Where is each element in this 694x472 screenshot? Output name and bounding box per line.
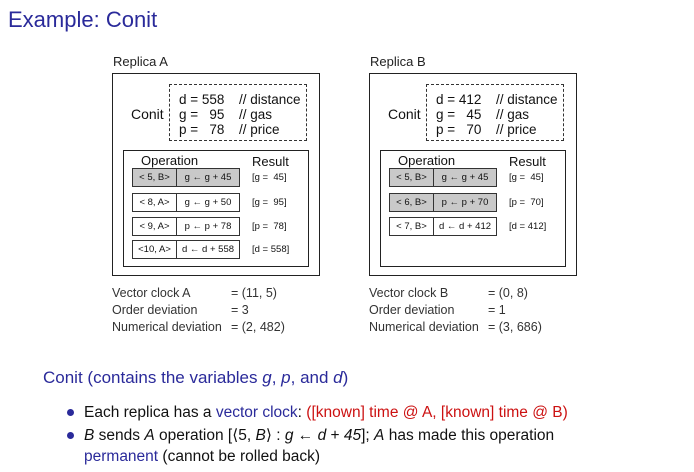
var-g-b: g = 45 [436,107,482,122]
info-label: Order deviation [112,303,198,317]
operation-log-b: Operation Result < 5, B> g ← g + 45 [g =… [380,150,566,267]
comment-g-b: // gas [496,107,530,122]
operation-row: < 8, A> g ← g + 50 [132,193,240,212]
operation-row: < 7, B> d ← d + 412 [389,217,497,236]
op-timestamp: < 6, B> [390,194,434,211]
op-timestamp: < 5, B> [390,169,434,186]
info-label: Vector clock B [369,286,449,300]
operation-row: <10, A> d ← d + 558 [132,240,240,259]
comment-d-a: // distance [239,92,301,107]
slide-title: Example: Conit [8,7,158,32]
op-expression: g ← g + 50 [184,197,232,208]
bullet-send-operation: B sends A operation [⟨5, B⟩ : g ← d + 45… [67,425,684,467]
op-result: [g = 45] [252,172,287,183]
op-result: [d = 558] [252,244,290,255]
var-d-b: d = 412 [436,92,482,107]
info-value: = (2, 482) [231,320,285,334]
info-value: = (3, 686) [488,320,542,334]
op-expression: p ← p + 78 [184,221,232,232]
bullet-dot-icon [67,432,74,439]
op-result: [g = 95] [252,197,287,208]
comment-d-b: // distance [496,92,558,107]
replica-a-info: Vector clock A = (11, 5) Order deviation… [112,285,312,337]
comment-p-b: // price [496,122,537,137]
operation-row: < 5, B> g ← g + 45 [389,168,497,187]
replica-b-label: Replica B [370,54,426,69]
operation-row: < 6, B> p ← p + 70 [389,193,497,212]
info-value: = (0, 8) [488,286,528,300]
info-value: = 3 [231,303,249,317]
info-label: Numerical deviation [112,320,222,334]
replica-b-box: Conit d = 412 // distance g = 45 // gas … [369,73,577,276]
var-p-b: p = 70 [436,122,482,137]
info-label: Vector clock A [112,286,191,300]
conit-label-a: Conit [131,106,164,122]
var-d-a: d = 558 [179,92,225,107]
op-result: [g = 45] [509,172,544,183]
op-timestamp: < 7, B> [390,218,434,235]
op-expression: p ← p + 70 [441,197,489,208]
comment-p-a: // price [239,122,280,137]
bullet-vector-clock: Each replica has a vector clock: ([known… [67,402,684,423]
op-result: [d = 412] [509,221,547,232]
replica-b-info: Vector clock B = (0, 8) Order deviation … [369,285,569,337]
operation-header-b: Operation [398,153,456,168]
info-value: = (11, 5) [231,286,277,300]
operation-log-a: Operation Result < 5, B> g ← g + 45 [g =… [123,150,309,267]
bullet-dot-icon [67,409,74,416]
op-timestamp: < 5, B> [133,169,177,186]
info-value: = 1 [488,303,506,317]
var-p-a: p = 78 [179,122,225,137]
op-expression: d ← d + 558 [181,244,235,255]
comment-g-a: // gas [239,107,273,122]
op-result: [p = 70] [509,197,544,208]
op-timestamp: < 9, A> [133,218,177,235]
op-timestamp: <10, A> [133,241,177,258]
op-expression: g ← g + 45 [184,172,232,183]
operation-header-a: Operation [141,153,199,168]
conit-subtitle: Conit (contains the variables g, p, and … [43,368,349,387]
op-result: [p = 78] [252,221,287,232]
op-expression: g ← g + 45 [441,172,489,183]
result-header-b: Result [509,154,546,169]
result-header-a: Result [252,154,289,169]
info-label: Numerical deviation [369,320,479,334]
conit-label-b: Conit [388,106,421,122]
op-expression: d ← d + 412 [438,221,492,232]
replica-a-label: Replica A [113,54,168,69]
operation-row: < 5, B> g ← g + 45 [132,168,240,187]
op-timestamp: < 8, A> [133,194,177,211]
info-label: Order deviation [369,303,455,317]
operation-row: < 9, A> p ← p + 78 [132,217,240,236]
replica-a-box: Conit d = 558 // distance g = 95 // gas … [112,73,320,276]
var-g-a: g = 95 [179,107,225,122]
